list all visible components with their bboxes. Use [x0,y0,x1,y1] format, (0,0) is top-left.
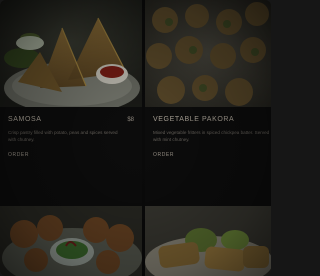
menu-card-bhaji[interactable] [0,200,142,276]
menu-item-price: $8 [127,116,134,123]
menu-card-cutlet[interactable] [145,200,271,276]
order-link[interactable]: ORDER [153,152,174,158]
pakora-image [145,0,271,107]
samosa-image [0,0,142,107]
menu-item-description: Mixed vegetable fritters in spiced chick… [153,130,270,142]
menu-item-description: Crisp pastry filled with potato, peas an… [8,130,118,142]
bhaji-plate-image [0,206,142,276]
menu-card-samosa[interactable]: SAMOSA $8 Crisp pastry filled with potat… [0,0,142,200]
samosa-body: SAMOSA $8 Crisp pastry filled with potat… [8,116,134,161]
order-link[interactable]: ORDER [8,152,29,158]
samosa-title-row: SAMOSA $8 [8,116,134,123]
menu-card-vegetable-pakora[interactable]: VEGETABLE PAKORA Mixed vegetable fritter… [145,0,271,200]
menu-item-title: VEGETABLE PAKORA [153,116,235,123]
pakora-title-row: VEGETABLE PAKORA [153,116,263,123]
menu-grid: SAMOSA $8 Crisp pastry filled with potat… [0,0,271,276]
menu-item-title: SAMOSA [8,116,42,123]
cutlet-plate-image [145,206,271,276]
menu-frame: SAMOSA $8 Crisp pastry filled with potat… [0,0,271,276]
pakora-body: VEGETABLE PAKORA Mixed vegetable fritter… [153,116,269,161]
